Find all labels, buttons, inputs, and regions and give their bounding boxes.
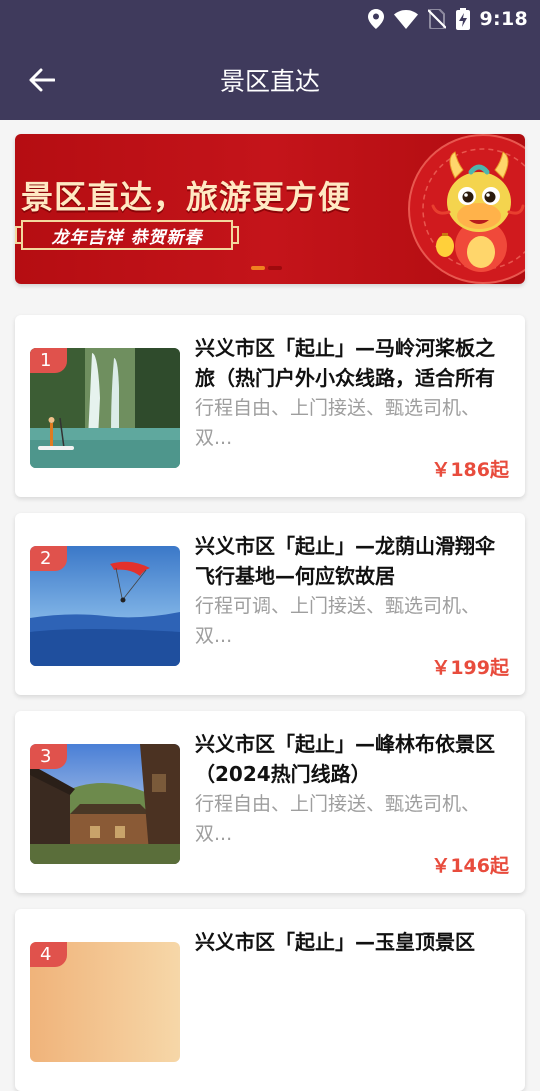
route-price: ￥146起 <box>431 855 509 877</box>
route-thumbnail: 2 <box>30 546 180 666</box>
route-thumbnail: 4 <box>30 942 180 1062</box>
rank-badge: 1 <box>30 348 67 373</box>
banner-title: 景区直达，旅游更方便 <box>21 178 352 216</box>
route-card[interactable]: 3 兴义市区「起止」—峰林布依景区（2024热门线路） 行程自由、上门接送、甄选… <box>15 711 525 893</box>
banner-subtitle-frame: 龙年吉祥 恭贺新春 <box>15 220 239 250</box>
route-description: 行程可调、上门接送、甄选司机、双... <box>195 595 481 647</box>
rank-badge: 3 <box>30 744 67 769</box>
route-thumbnail: 3 <box>30 744 180 864</box>
status-bar: 9:18 <box>367 6 528 32</box>
pagination-dot-active[interactable] <box>251 266 265 270</box>
top-bar: 9:18 景区直达 <box>0 0 540 120</box>
page-title: 景区直达 <box>219 67 320 96</box>
dragon-mascot-icon <box>405 134 525 284</box>
route-title: 兴义市区「起止」—峰林布依景区（2024热门线路） <box>195 732 495 786</box>
route-title: 兴义市区「起止」—马岭河桨板之旅（热门户外小众线路，适合所有人群） <box>195 336 495 390</box>
route-card[interactable]: 1 兴义市区「起止」—马岭河桨板之旅（热门户外小众线路，适合所有人群） 行程自由… <box>15 315 525 497</box>
pagination-dot[interactable] <box>268 266 282 270</box>
route-title: 兴义市区「起止」—玉皇顶景区 <box>195 930 475 954</box>
route-description: 行程自由、上门接送、甄选司机、双... <box>195 793 481 845</box>
route-card[interactable]: 2 兴义市区「起止」—龙荫山滑翔伞飞行基地—何应钦故居 行程可调、上门接送、甄选… <box>15 513 525 695</box>
header: 景区直达 <box>0 40 540 120</box>
wifi-icon <box>393 9 418 29</box>
route-price: ￥199起 <box>431 657 509 679</box>
promo-banner[interactable]: 景区直达，旅游更方便 龙年吉祥 恭贺新春 <box>15 134 525 284</box>
rank-badge: 2 <box>30 546 67 571</box>
route-thumbnail: 1 <box>30 348 180 468</box>
rank-badge: 4 <box>30 942 67 967</box>
banner-pagination <box>251 266 282 270</box>
banner-subtitle: 龙年吉祥 恭贺新春 <box>51 227 203 248</box>
route-price: ￥186起 <box>431 459 509 481</box>
route-description: 行程自由、上门接送、甄选司机、双... <box>195 397 481 449</box>
location-icon <box>367 9 384 29</box>
no-sim-icon <box>427 9 446 29</box>
route-title: 兴义市区「起止」—龙荫山滑翔伞飞行基地—何应钦故居 <box>195 534 495 588</box>
route-card[interactable]: 4 兴义市区「起止」—玉皇顶景区 <box>15 909 525 1091</box>
battery-charging-icon <box>455 8 470 30</box>
status-time: 9:18 <box>479 8 528 30</box>
